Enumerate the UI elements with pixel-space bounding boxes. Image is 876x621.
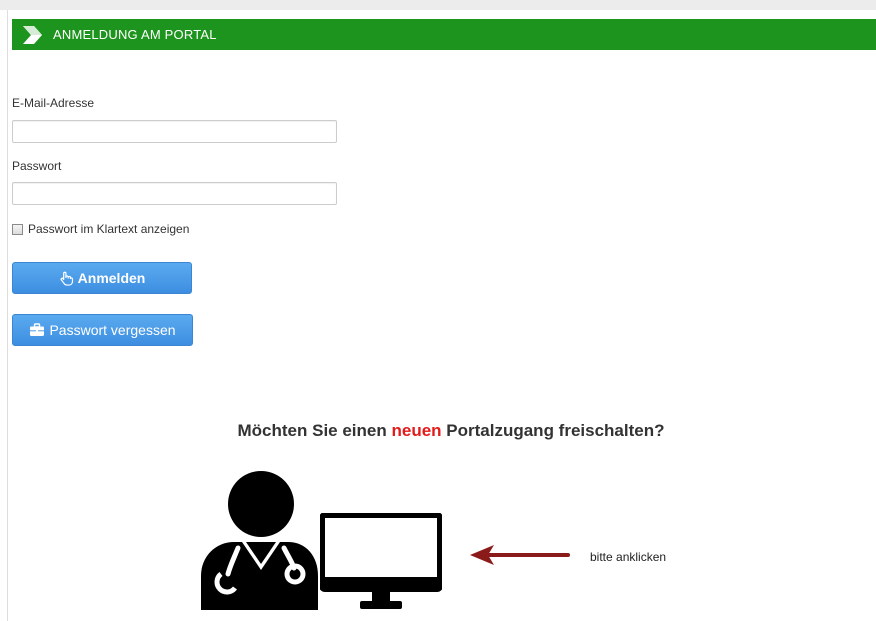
click-hint-text: bitte anklicken xyxy=(590,550,667,564)
question-text-end: Portalzugang freischalten? xyxy=(446,421,665,440)
email-field[interactable] xyxy=(12,120,337,143)
forgot-password-label: Passwort vergessen xyxy=(49,322,176,338)
briefcase-icon xyxy=(30,323,45,336)
header-title: ANMELDUNG AM PORTAL xyxy=(53,27,217,42)
email-label: E-Mail-Adresse xyxy=(12,96,95,110)
show-password-checkbox[interactable] xyxy=(12,223,23,235)
question-text-start: Möchten Sie einen xyxy=(237,421,387,440)
chevron-right-icon xyxy=(23,25,42,44)
show-password-row[interactable]: Passwort im Klartext anzeigen xyxy=(12,222,189,236)
show-password-label[interactable]: Passwort im Klartext anzeigen xyxy=(28,222,189,236)
monitor-icon[interactable] xyxy=(320,513,442,611)
login-button[interactable]: Anmelden xyxy=(12,262,192,294)
arrow-left-icon xyxy=(470,545,570,565)
left-border xyxy=(7,10,8,621)
doctor-icon[interactable] xyxy=(198,470,320,610)
forgot-password-button[interactable]: Passwort vergessen xyxy=(12,314,193,346)
new-access-question: Möchten Sie einen neuen Portalzugang fre… xyxy=(0,421,876,441)
hand-pointer-icon xyxy=(60,271,73,286)
password-label: Passwort xyxy=(12,159,62,173)
login-button-label: Anmelden xyxy=(77,270,146,286)
question-highlight: neuen xyxy=(391,421,442,440)
password-field[interactable] xyxy=(12,182,337,205)
login-header-bar: ANMELDUNG AM PORTAL xyxy=(12,19,876,50)
top-strip xyxy=(0,0,876,10)
